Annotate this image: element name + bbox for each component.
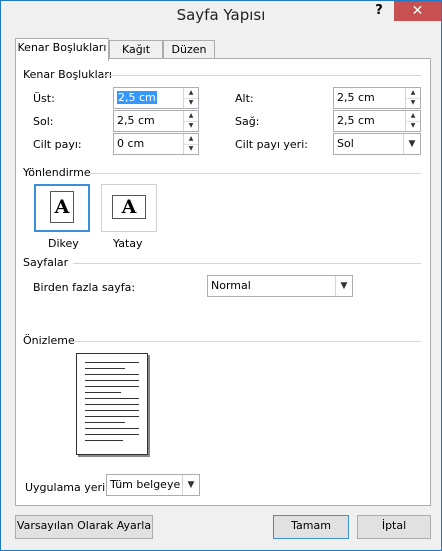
multiple-pages-value: Normal [211,279,251,292]
bottom-margin-value: 2,5 cm [337,91,375,104]
chevron-down-icon[interactable]: ▼ [182,475,199,495]
portrait-label: Dikey [48,237,79,250]
title-bar: Sayfa Yapısı ? ✕ [1,1,441,29]
close-button[interactable]: ✕ [394,1,441,21]
chevron-down-icon[interactable]: ▼ [403,134,420,154]
preview-text-line [85,422,125,423]
orientation-divider [89,173,421,174]
preview-text-line [85,440,123,441]
gutter-spinner[interactable]: ▲ ▼ [183,134,198,154]
right-margin-spinner[interactable]: ▲ ▼ [405,111,420,131]
preview-page [76,353,148,455]
gutter-label: Cilt payı: [33,138,82,151]
gutter-value: 0 cm [117,137,145,150]
top-margin-spinner[interactable]: ▲ ▼ [183,88,198,108]
gutter-position-value: Sol [337,137,354,150]
bottom-margin-spinner[interactable]: ▲ ▼ [405,88,420,108]
left-margin-spinner[interactable]: ▲ ▼ [183,111,198,131]
gutter-input[interactable]: 0 cm ▲ ▼ [113,133,199,155]
top-margin-label: Üst: [33,92,55,105]
set-as-default-button[interactable]: Varsayılan Olarak Ayarla [15,515,153,539]
bottom-margin-input[interactable]: 2,5 cm ▲ ▼ [333,87,421,109]
right-margin-value: 2,5 cm [337,114,375,127]
preview-text-line [85,428,139,429]
preview-text-line [85,386,139,387]
preview-text-line [85,434,139,435]
apply-to-label: Uygulama yeri: [25,481,109,494]
preview-text-line [85,374,139,375]
orientation-section-title: Yönlendirme [23,166,91,179]
cancel-button[interactable]: İptal [357,515,431,539]
apply-to-value: Tüm belgeye [110,478,181,491]
portrait-page-icon: A [50,191,74,223]
page-setup-dialog: Sayfa Yapısı ? ✕ Kenar Boşlukları Kağıt … [0,0,442,551]
preview-text-line [85,398,139,399]
landscape-label: Yatay [113,237,143,250]
preview-text-line [85,380,139,381]
chevron-down-icon[interactable]: ▼ [335,276,352,296]
spin-down-icon[interactable]: ▼ [184,144,198,154]
help-button[interactable]: ? [369,3,389,23]
bottom-margin-label: Alt: [235,92,254,105]
left-margin-value: 2,5 cm [117,114,155,127]
preview-divider [73,341,421,342]
pages-divider [73,263,421,264]
margins-divider [101,75,421,76]
preview-text-line [85,416,139,417]
preview-section-title: Önizleme [23,334,75,347]
preview-text-line [85,410,139,411]
ok-button[interactable]: Tamam [273,515,349,539]
multiple-pages-label: Birden fazla sayfa: [33,281,136,294]
right-margin-label: Sağ: [235,115,260,128]
spin-down-icon[interactable]: ▼ [184,98,198,108]
right-margin-input[interactable]: 2,5 cm ▲ ▼ [333,110,421,132]
top-margin-input[interactable]: 2,5 cm ▲ ▼ [113,87,199,109]
preview-text-line [85,404,139,405]
landscape-page-icon: A [112,195,146,219]
spin-down-icon[interactable]: ▼ [184,121,198,131]
preview-text-line [85,392,121,393]
portrait-option[interactable]: A [34,184,90,232]
preview-text-line [85,368,125,369]
preview-text-line [85,362,139,363]
margins-section-title: Kenar Boşlukları [23,68,112,81]
spin-down-icon[interactable]: ▼ [406,98,420,108]
left-margin-input[interactable]: 2,5 cm ▲ ▼ [113,110,199,132]
gutter-position-select[interactable]: Sol ▼ [333,133,421,155]
pages-section-title: Sayfalar [23,256,69,269]
apply-to-select[interactable]: Tüm belgeye ▼ [106,474,200,496]
tab-margins[interactable]: Kenar Boşlukları [15,38,109,61]
gutter-position-label: Cilt payı yeri: [235,138,308,151]
left-margin-label: Sol: [33,115,54,128]
top-margin-value: 2,5 cm [117,91,157,104]
landscape-option[interactable]: A [101,184,157,232]
spin-down-icon[interactable]: ▼ [406,121,420,131]
multiple-pages-select[interactable]: Normal ▼ [207,275,353,297]
